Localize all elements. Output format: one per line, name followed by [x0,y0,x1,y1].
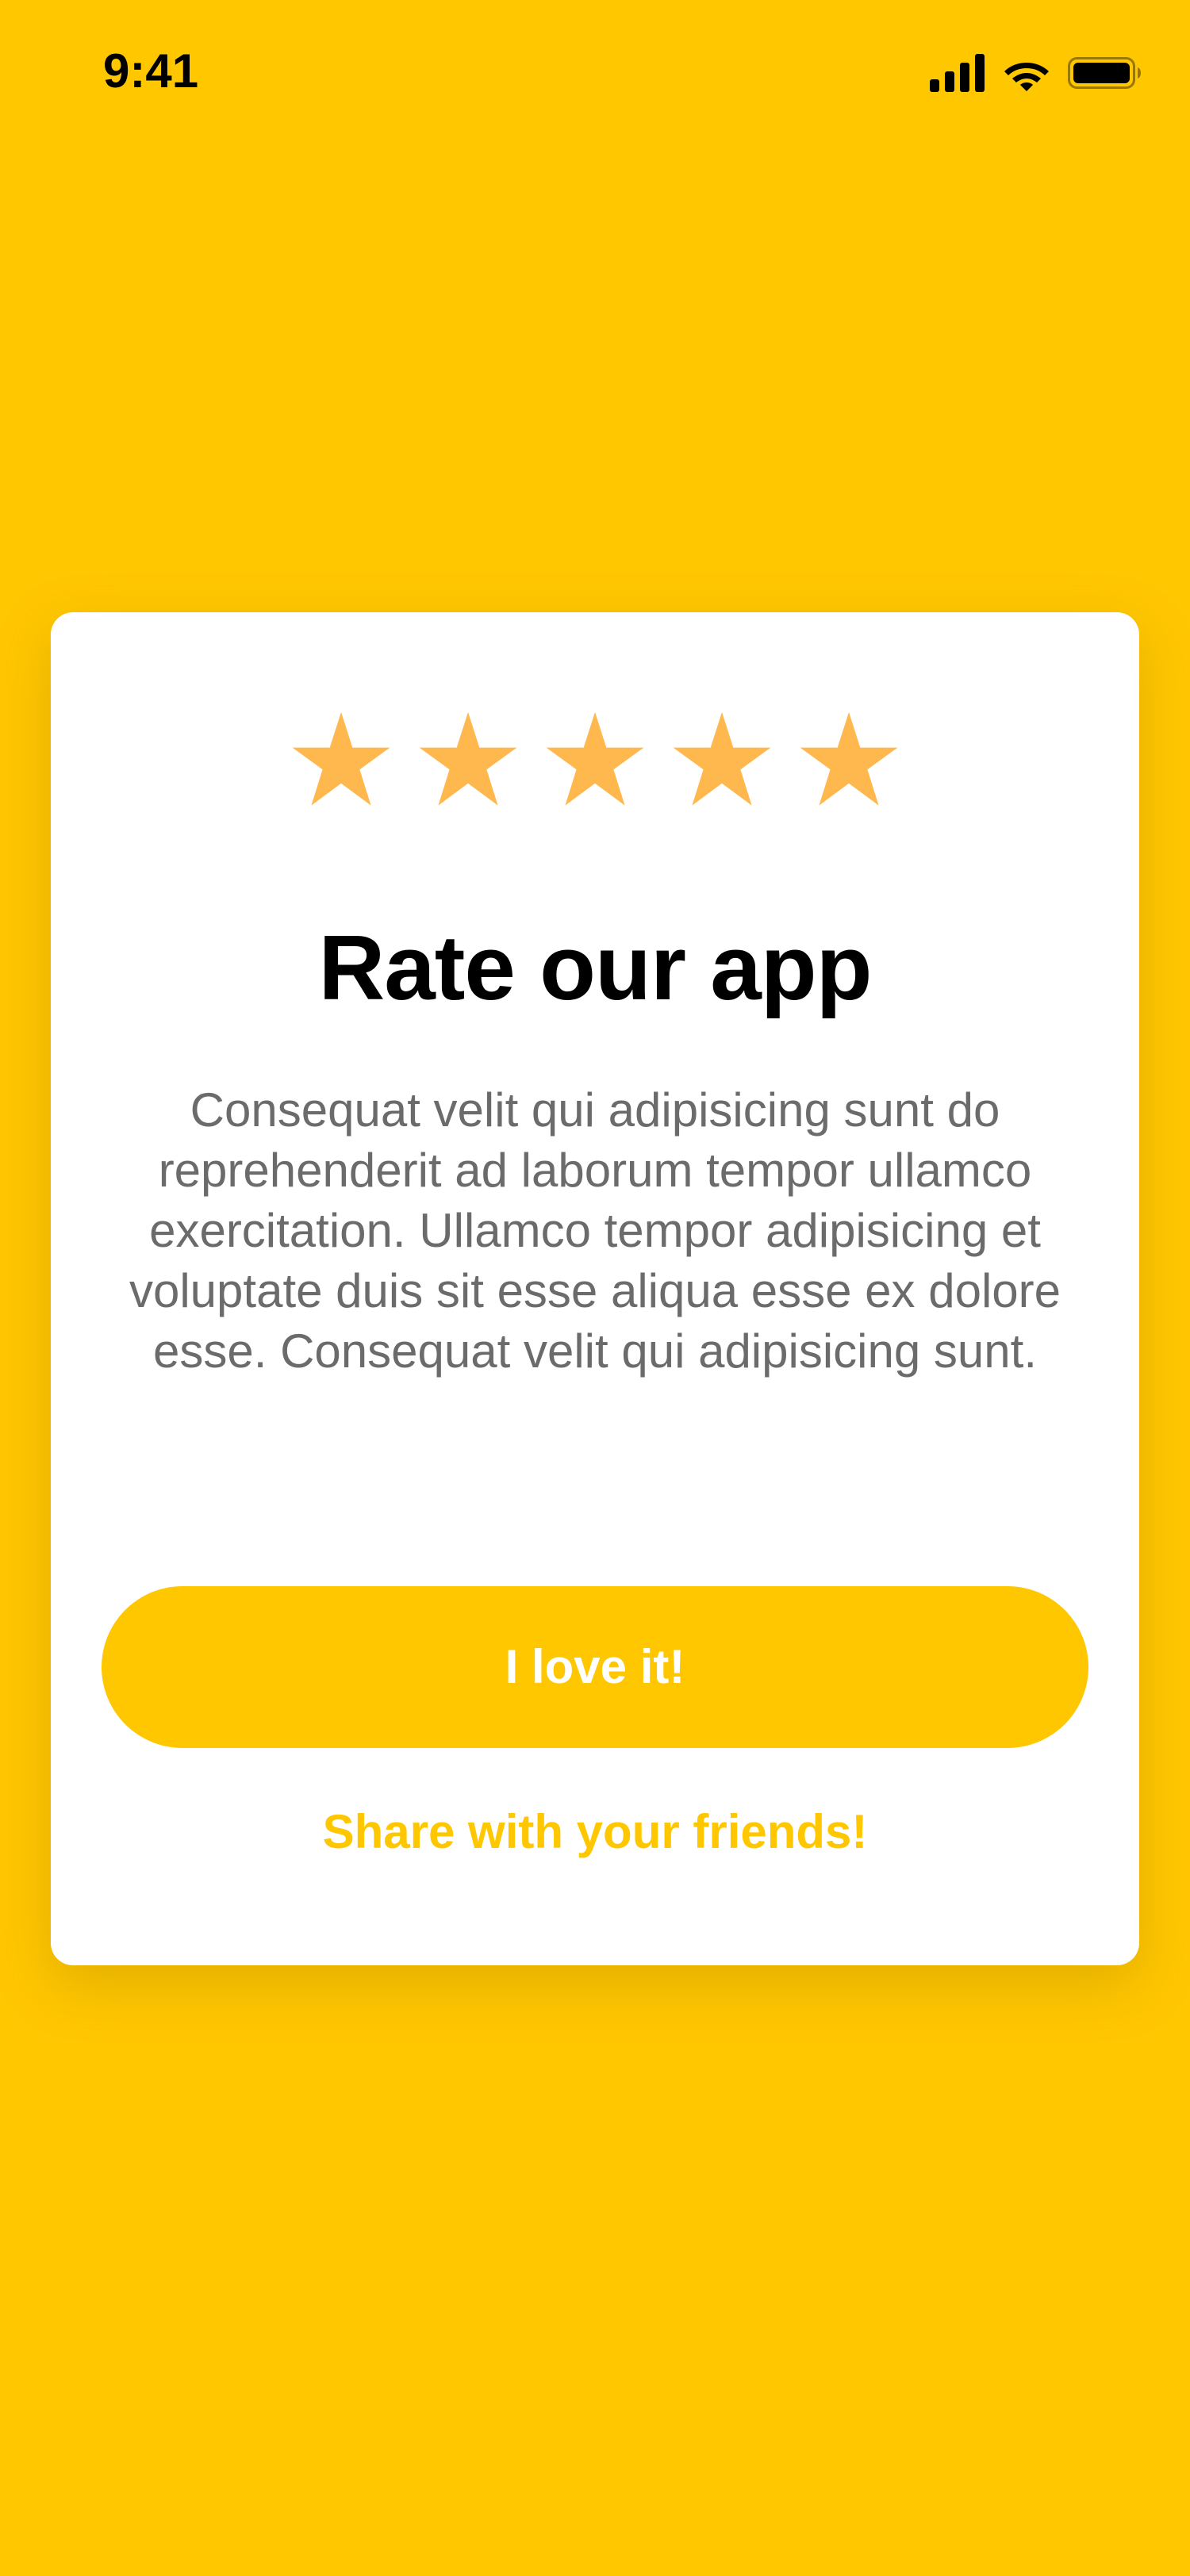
wifi-icon [1004,63,1049,91]
rating-card: Rate our app Consequat velit qui adipisi… [51,612,1139,1965]
status-icons [930,51,1142,95]
star-icon[interactable] [417,709,519,811]
card-description: Consequat velit qui adipisicing sunt do … [129,1083,1061,1378]
card-title: Rate our app [318,916,873,1019]
star-rating[interactable] [51,709,1139,812]
status-time: 9:41 [103,44,199,98]
status-bar: 9:41 [0,0,1190,143]
share-with-friends-link[interactable]: Share with your friends! [51,1802,1139,1862]
battery-icon [1068,57,1141,89]
star-icon[interactable] [671,709,773,811]
star-icon[interactable] [290,709,392,811]
star-icon[interactable] [798,709,900,811]
rate-app-screen: 9:41 Rate our app Consequat velit qui ad… [0,0,1190,2576]
star-icon[interactable] [544,709,646,811]
love-it-button[interactable]: I love it! [102,1586,1088,1748]
cellular-signal-icon [930,54,985,92]
